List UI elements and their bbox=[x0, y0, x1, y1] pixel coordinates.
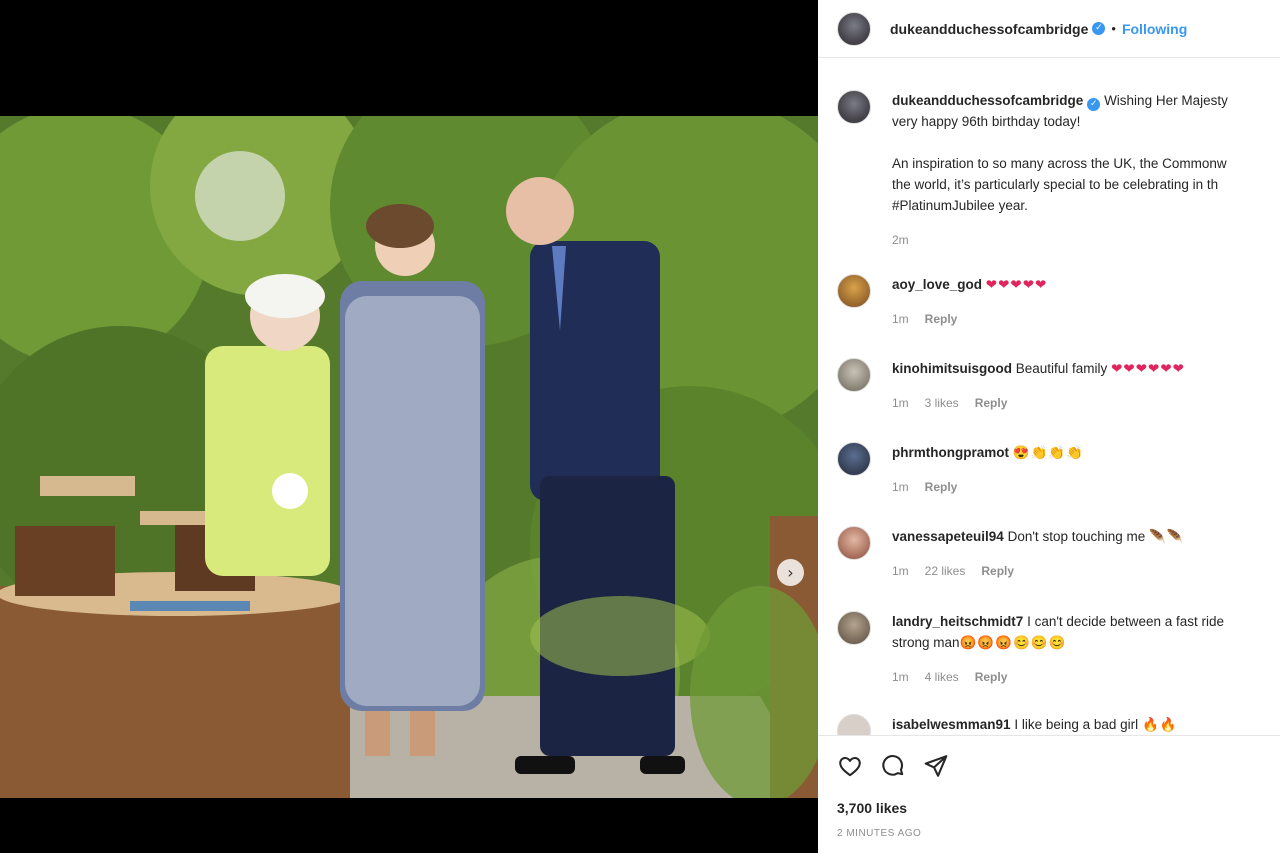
comment-avatar[interactable] bbox=[837, 526, 871, 560]
caption-line: the world, it’s particularly special to … bbox=[892, 177, 1219, 192]
comment-text: I can't decide between a fast ride bbox=[1027, 614, 1225, 629]
caption-line bbox=[892, 132, 1228, 153]
caption-avatar[interactable] bbox=[837, 90, 871, 124]
caption-line: Wishing Her Majesty bbox=[1104, 93, 1228, 108]
comment-time: 1m bbox=[892, 396, 909, 410]
comment-text: Beautiful family bbox=[1015, 361, 1108, 376]
follow-button[interactable]: Following bbox=[1122, 21, 1187, 37]
comment: vanessapeteuil94 Don't stop touching me … bbox=[837, 526, 1280, 582]
comment: landry_heitschmidt7 I can't decide betwe… bbox=[837, 611, 1280, 688]
like-count[interactable]: 3,700 likes bbox=[837, 800, 907, 816]
reply-button[interactable]: Reply bbox=[975, 396, 1008, 410]
post-photo: › bbox=[0, 116, 818, 798]
reply-button[interactable]: Reply bbox=[925, 312, 958, 326]
reply-button[interactable]: Reply bbox=[925, 480, 958, 494]
comment-time: 1m bbox=[892, 480, 909, 494]
carousel-next-button[interactable]: › bbox=[777, 559, 804, 586]
comment-time: 1m bbox=[892, 564, 909, 578]
action-bar: 3,700 likes 2 MINUTES AGO bbox=[818, 735, 1280, 853]
post-side-panel: dukeandduchessofcambridge ✓ • Following … bbox=[818, 0, 1280, 853]
comment-username[interactable]: vanessapeteuil94 bbox=[892, 529, 1004, 544]
comment-text: strong man bbox=[892, 635, 960, 650]
comment-username[interactable]: landry_heitschmidt7 bbox=[892, 614, 1023, 629]
heart-emoji-icon: ❤❤❤❤❤❤ bbox=[1111, 361, 1185, 376]
verified-badge-icon: ✓ bbox=[1087, 98, 1101, 111]
header-username[interactable]: dukeandduchessofcambridge bbox=[890, 21, 1088, 37]
caption-line: An inspiration to so many across the UK,… bbox=[892, 156, 1227, 171]
avatar[interactable] bbox=[837, 11, 871, 46]
comment-avatar[interactable] bbox=[837, 358, 871, 392]
comment-text: I like being a bad girl bbox=[1014, 717, 1139, 732]
caption: dukeandduchessofcambridge ✓ Wishing Her M… bbox=[837, 90, 1280, 251]
reply-button[interactable]: Reply bbox=[981, 564, 1014, 578]
clap-emoji-icon: 😍👏👏👏 bbox=[1012, 445, 1085, 460]
heart-emoji-icon: ❤❤❤❤❤ bbox=[985, 277, 1048, 292]
comment-avatar[interactable] bbox=[837, 442, 871, 476]
separator: • bbox=[1111, 21, 1116, 36]
comment-username[interactable]: phrmthongpramot bbox=[892, 445, 1009, 460]
post-timestamp: 2 MINUTES AGO bbox=[837, 828, 922, 839]
comment-icon[interactable] bbox=[880, 753, 906, 779]
feather-emoji-icon: 🪶🪶 bbox=[1149, 529, 1185, 544]
comment-likes[interactable]: 3 likes bbox=[925, 396, 959, 410]
caption-username[interactable]: dukeandduchessofcambridge bbox=[892, 93, 1083, 108]
reply-button[interactable]: Reply bbox=[975, 670, 1008, 684]
comment-username[interactable]: aoy_love_god bbox=[892, 277, 982, 292]
caption-line: #PlatinumJubilee year. bbox=[892, 198, 1028, 213]
comment-username[interactable]: kinohimitsuisgood bbox=[892, 361, 1012, 376]
share-icon[interactable] bbox=[923, 753, 949, 779]
post-header: dukeandduchessofcambridge ✓ • Following bbox=[818, 0, 1280, 58]
comment-likes[interactable]: 4 likes bbox=[925, 670, 959, 684]
comment-time: 1m bbox=[892, 312, 909, 326]
comment: kinohimitsuisgood Beautiful family ❤❤❤❤❤… bbox=[837, 358, 1280, 414]
comment: aoy_love_god ❤❤❤❤❤ 1m Reply bbox=[837, 274, 1280, 330]
comment-text: Don't stop touching me bbox=[1007, 529, 1146, 544]
caption-line: very happy 96th birthday today! bbox=[892, 114, 1081, 129]
heart-icon[interactable] bbox=[837, 753, 863, 779]
fire-emoji-icon: 🔥🔥 bbox=[1141, 717, 1178, 732]
comment-avatar[interactable] bbox=[837, 611, 871, 645]
comment: phrmthongpramot 😍👏👏👏 1m Reply bbox=[837, 442, 1280, 498]
face-emoji-icon: 😡😡😡😊😊😊 bbox=[959, 635, 1067, 650]
verified-badge-icon: ✓ bbox=[1092, 22, 1106, 35]
garden-photo bbox=[0, 116, 818, 798]
comment-username[interactable]: isabelwesmman91 bbox=[892, 717, 1011, 732]
comment-avatar[interactable] bbox=[837, 274, 871, 308]
comment-time: 1m bbox=[892, 670, 909, 684]
caption-time: 2m bbox=[892, 233, 909, 247]
post-media: › bbox=[0, 0, 818, 853]
comment-likes[interactable]: 22 likes bbox=[925, 564, 966, 578]
